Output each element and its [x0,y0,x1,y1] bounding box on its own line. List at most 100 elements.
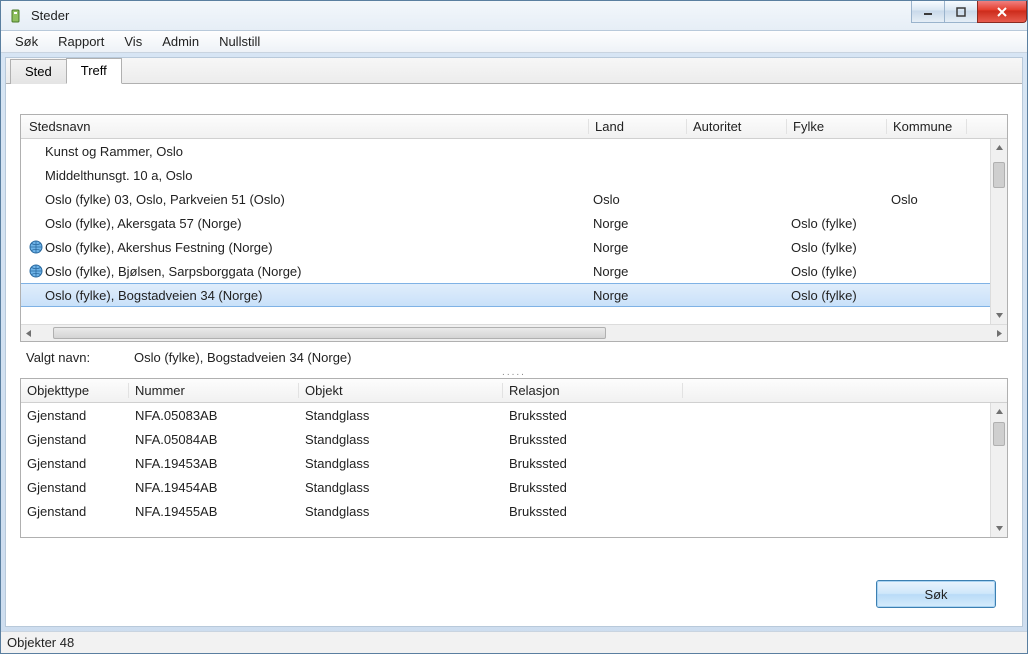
scroll-thumb[interactable] [993,422,1005,446]
cell-objekt: Standglass [299,480,503,495]
tab-sted[interactable]: Sted [10,59,67,84]
places-row[interactable]: Oslo (fylke), Bogstadveien 34 (Norge)Nor… [21,283,1007,307]
col-autoritet[interactable]: Autoritet [687,119,787,134]
tab-treff[interactable]: Treff [66,58,122,84]
search-button[interactable]: Søk [876,580,996,608]
app-window: Steder Søk Rapport Vis Admin Nullstill S… [0,0,1028,654]
objects-row[interactable]: GjenstandNFA.05083ABStandglassBrukssted [21,403,1007,427]
window-controls [912,1,1027,23]
app-icon [9,8,25,24]
scroll-thumb[interactable] [993,162,1005,188]
col-nummer[interactable]: Nummer [129,383,299,398]
cell-fylke: Oslo (fylke) [785,240,885,255]
menu-nullstill[interactable]: Nullstill [209,31,270,52]
cell-objekt: Standglass [299,504,503,519]
cell-nummer: NFA.19453AB [129,456,299,471]
cell-objekttype: Gjenstand [21,432,129,447]
places-grid-body: Kunst og Rammer, Oslo Middelthunsgt. 10 a… [21,139,1007,324]
col-objekttype[interactable]: Objekttype [21,383,129,398]
cell-nummer: NFA.19455AB [129,504,299,519]
objects-row[interactable]: GjenstandNFA.19455ABStandglassBrukssted [21,499,1007,523]
places-grid-header: Stedsnavn Land Autoritet Fylke Kommune [21,115,1007,139]
places-row[interactable]: Kunst og Rammer, Oslo [21,139,1007,163]
col-stedsnavn[interactable]: Stedsnavn [21,119,589,134]
cell-fylke: Oslo (fylke) [785,288,885,303]
statusbar: Objekter 48 [1,631,1027,653]
minimize-button[interactable] [911,1,945,23]
cell-objekttype: Gjenstand [21,480,129,495]
hscroll-thumb[interactable] [53,327,606,339]
objects-grid: Objekttype Nummer Objekt Relasjon Gjenst… [20,378,1008,538]
cell-relasjon: Brukssted [503,408,683,423]
col-land[interactable]: Land [589,119,687,134]
cell-objekt: Standglass [299,456,503,471]
cell-stedsnavn: Oslo (fylke), Akershus Festning (Norge) [45,240,273,255]
cell-stedsnavn: Middelthunsgt. 10 a, Oslo [45,168,192,183]
selected-name-value: Oslo (fylke), Bogstadveien 34 (Norge) [134,350,351,365]
cell-objekttype: Gjenstand [21,408,129,423]
cell-relasjon: Brukssted [503,432,683,447]
col-relasjon[interactable]: Relasjon [503,383,683,398]
menu-admin[interactable]: Admin [152,31,209,52]
objects-row[interactable]: GjenstandNFA.19453ABStandglassBrukssted [21,451,1007,475]
places-row[interactable]: Oslo (fylke), Akershus Festning (Norge) N… [21,235,1007,259]
col-fylke[interactable]: Fylke [787,119,887,134]
minimize-icon [923,7,933,17]
cell-land: Norge [587,240,685,255]
places-row[interactable]: Oslo (fylke) 03, Oslo, Parkveien 51 (Osl… [21,187,1007,211]
cell-land: Oslo [587,192,685,207]
cell-fylke: Oslo (fylke) [785,264,885,279]
col-objekt[interactable]: Objekt [299,383,503,398]
cell-objekt: Standglass [299,432,503,447]
close-button[interactable] [977,1,1027,23]
menubar: Søk Rapport Vis Admin Nullstill [1,31,1027,53]
places-row[interactable]: Middelthunsgt. 10 a, Oslo [21,163,1007,187]
objects-row[interactable]: GjenstandNFA.05084ABStandglassBrukssted [21,427,1007,451]
tab-body-treff: Stedsnavn Land Autoritet Fylke Kommune K… [6,84,1022,626]
tabs: Sted Treff [6,58,1022,84]
objects-row[interactable]: GjenstandNFA.19454ABStandglassBrukssted [21,475,1007,499]
cell-relasjon: Brukssted [503,504,683,519]
scroll-track[interactable] [991,156,1007,307]
cell-stedsnavn: Oslo (fylke) 03, Oslo, Parkveien 51 (Osl… [45,192,285,207]
cell-nummer: NFA.05084AB [129,432,299,447]
globe-icon [27,264,45,278]
cell-land: Norge [587,216,685,231]
col-kommune[interactable]: Kommune [887,119,967,134]
menu-sok[interactable]: Søk [5,31,48,52]
selected-name-label: Valgt navn: [26,350,134,365]
scroll-left-icon[interactable] [21,325,36,342]
menu-rapport[interactable]: Rapport [48,31,114,52]
client-area: Sted Treff Stedsnavn Land Autoritet Fylk… [5,57,1023,627]
cell-stedsnavn: Oslo (fylke), Akersgata 57 (Norge) [45,216,242,231]
cell-kommune: Oslo [885,192,965,207]
objects-grid-header: Objekttype Nummer Objekt Relasjon [21,379,1007,403]
cell-relasjon: Brukssted [503,480,683,495]
cell-objekt: Standglass [299,408,503,423]
cell-objekttype: Gjenstand [21,456,129,471]
scroll-up-icon[interactable] [992,403,1007,420]
cell-stedsnavn: Oslo (fylke), Bogstadveien 34 (Norge) [45,288,262,303]
maximize-icon [956,7,966,17]
scroll-down-icon[interactable] [992,307,1007,324]
places-row[interactable]: Oslo (fylke), Bjølsen, Sarpsborggata (No… [21,259,1007,283]
scroll-track[interactable] [991,420,1007,520]
places-grid: Stedsnavn Land Autoritet Fylke Kommune K… [20,114,1008,342]
cell-fylke: Oslo (fylke) [785,216,885,231]
splitter[interactable]: ..... [20,367,1008,378]
scroll-up-icon[interactable] [992,139,1007,156]
places-hscrollbar[interactable] [21,324,1007,341]
cell-stedsnavn: Kunst og Rammer, Oslo [45,144,183,159]
scroll-down-icon[interactable] [992,520,1007,537]
places-vscrollbar[interactable] [990,139,1007,324]
titlebar[interactable]: Steder [1,1,1027,31]
objects-vscrollbar[interactable] [990,403,1007,537]
hscroll-track[interactable] [53,325,975,341]
objects-grid-body: GjenstandNFA.05083ABStandglassBruksstedG… [21,403,1007,537]
status-text: Objekter 48 [7,635,74,650]
scroll-right-icon[interactable] [992,325,1007,342]
maximize-button[interactable] [944,1,978,23]
cell-stedsnavn: Oslo (fylke), Bjølsen, Sarpsborggata (No… [45,264,301,279]
menu-vis[interactable]: Vis [114,31,152,52]
places-row[interactable]: Oslo (fylke), Akersgata 57 (Norge) Norge O… [21,211,1007,235]
